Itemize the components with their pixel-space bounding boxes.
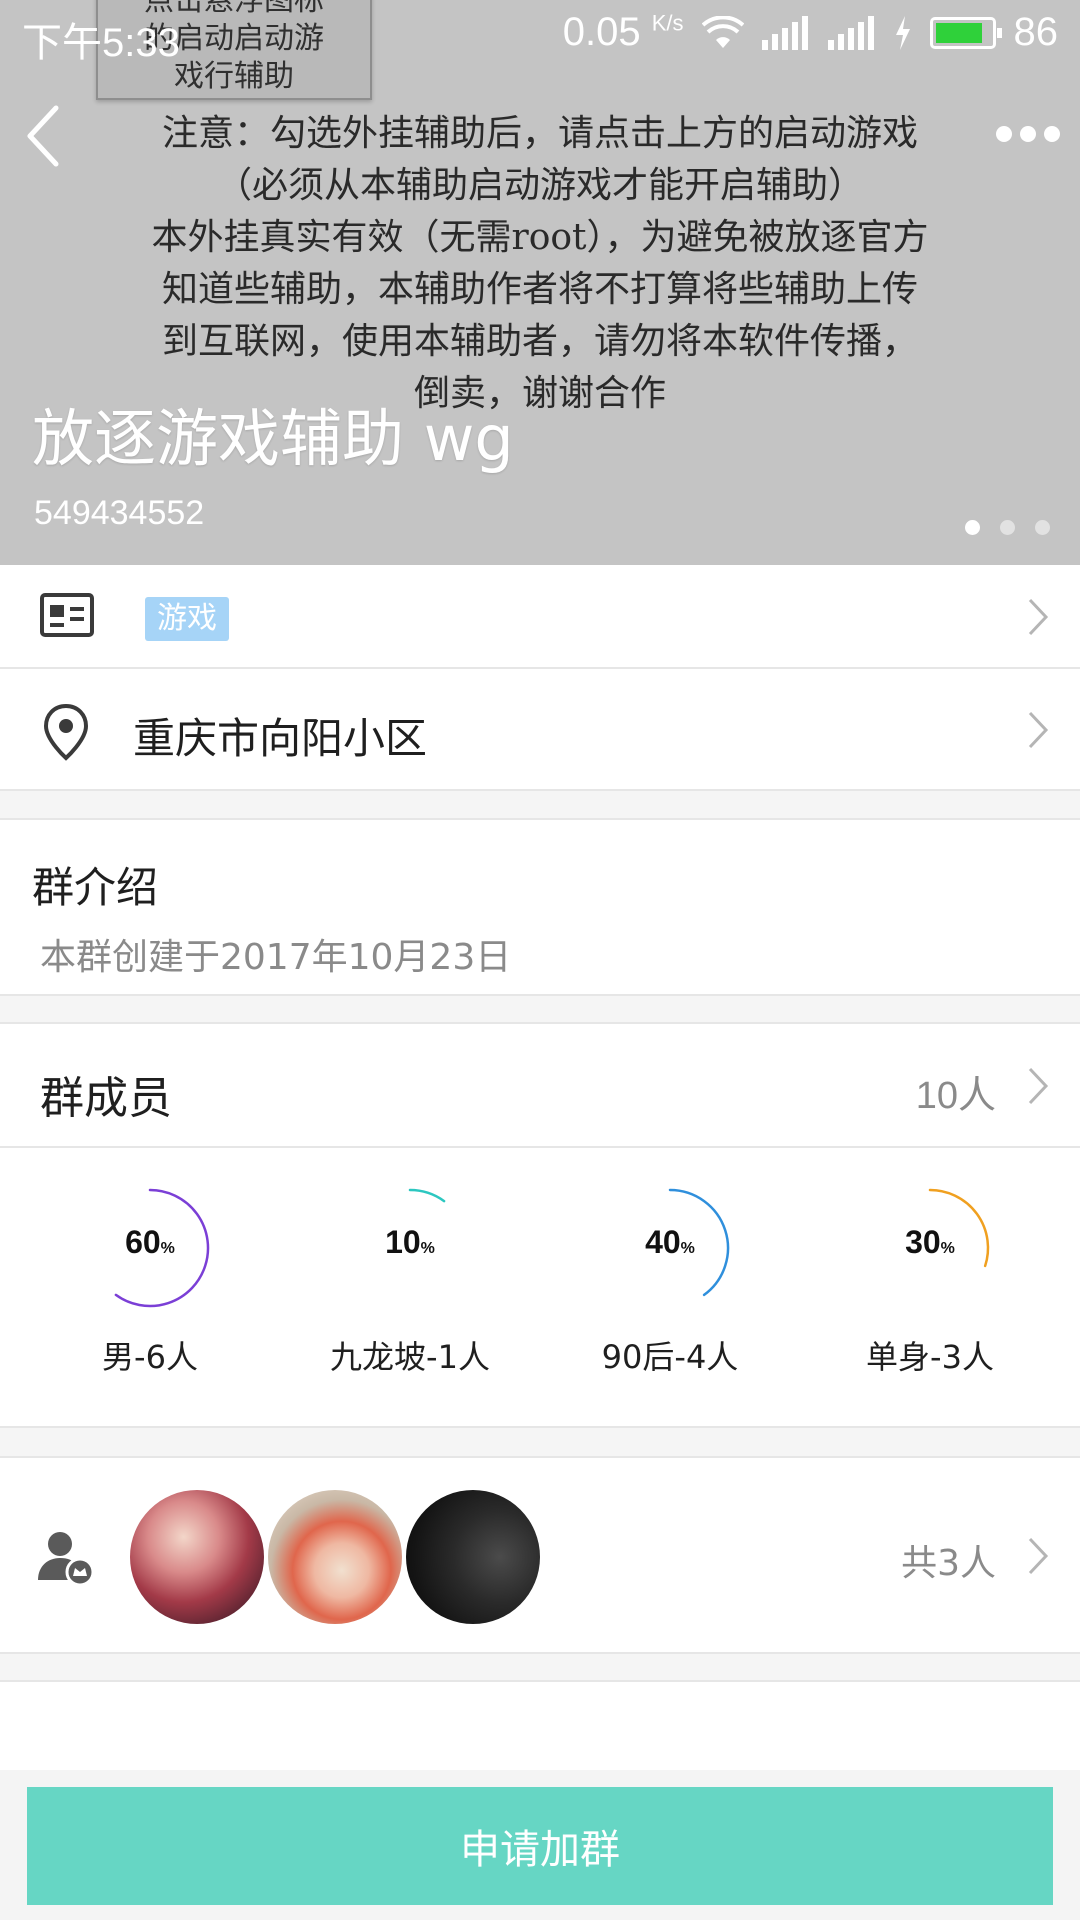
section-divider (0, 791, 1080, 820)
wifi-icon (701, 15, 744, 48)
network-speed-unit: K/s (651, 10, 684, 36)
banner-page-indicator (965, 520, 1050, 535)
stat-value: 30 (905, 1224, 941, 1260)
more-dot (996, 126, 1012, 142)
stat-unit: % (160, 1240, 175, 1257)
members-heading: 群成员 (40, 1073, 172, 1124)
admin-avatar[interactable] (406, 1490, 540, 1624)
notice-line: 注意：勾选外挂辅助后，请点击上方的启动游戏 (161, 113, 918, 154)
back-arrow-icon[interactable] (16, 100, 76, 172)
stat-value: 60 (125, 1224, 161, 1260)
page-dot-active (965, 520, 980, 535)
stat-unit: % (420, 1240, 435, 1257)
apply-join-group-button[interactable]: 申请加群 (27, 1787, 1053, 1905)
more-options-icon[interactable] (996, 116, 1060, 152)
admin-avatar[interactable] (130, 1490, 264, 1624)
stat-age: 40% 90后-4人 (540, 1168, 800, 1408)
battery-icon (929, 16, 1002, 49)
stat-value: 10 (385, 1224, 421, 1260)
section-divider (0, 996, 1080, 1024)
more-dot (1044, 126, 1060, 142)
group-members-row[interactable]: 群成员 10人 (0, 1024, 1080, 1148)
intro-text: 本群创建于2017年10月23日 (40, 937, 512, 978)
signal-icon-2 (827, 15, 874, 50)
stat-label: 90后-4人 (601, 1338, 739, 1376)
notice-line: 到互联网，使用本辅助者，请勿将本软件传播， (161, 321, 918, 362)
notice-line: （必须从本辅助启动游戏才能开启辅助） (215, 165, 864, 206)
admin-user-icon (38, 1532, 95, 1587)
admin-avatar[interactable] (268, 1490, 402, 1624)
group-number: 549434552 (34, 494, 205, 532)
signal-icon (761, 15, 808, 50)
status-bar: 下午5:33 0.05 K/s 86 (0, 0, 1080, 66)
stat-single: 30% 单身-3人 (800, 1168, 1060, 1408)
notice-line: 本外挂真实有效（无需root），为避免被放逐官方 (151, 217, 929, 258)
stat-percent: 40% (540, 1224, 800, 1261)
stat-area: 10% 九龙坡-1人 (280, 1168, 540, 1408)
stat-label: 单身-3人 (866, 1338, 994, 1376)
admins-total: 共3人 (901, 1543, 996, 1584)
members-count: 10人 (915, 1075, 996, 1117)
group-name: 放逐游戏辅助 wg (32, 402, 514, 475)
stat-percent: 10% (280, 1224, 540, 1261)
id-card-icon (40, 593, 94, 637)
location-text: 重庆市向阳小区 (133, 714, 428, 763)
group-category-row[interactable]: 游戏 (0, 565, 1080, 669)
notice-line: 知道些辅助，本辅助作者将不打算将些辅助上传 (161, 269, 918, 310)
stat-percent: 60% (20, 1224, 280, 1261)
cover-image-notice: 注意：勾选外挂辅助后，请点击上方的启动游戏 （必须从本辅助启动游戏才能开启辅助）… (0, 108, 1080, 420)
stat-label: 男-6人 (102, 1338, 198, 1376)
stat-unit: % (680, 1240, 695, 1257)
battery-percent: 86 (1013, 10, 1059, 54)
group-location-row[interactable]: 重庆市向阳小区 (0, 669, 1080, 791)
stat-percent: 30% (800, 1224, 1060, 1261)
category-tag: 游戏 (145, 597, 229, 641)
bottom-action-bar: 申请加群 (0, 1770, 1080, 1920)
group-admins-row[interactable]: 共3人 (0, 1458, 1080, 1654)
stat-value: 40 (645, 1224, 681, 1260)
stat-label: 九龙坡-1人 (330, 1338, 490, 1376)
member-stats: 60% 男-6人 10% 九龙坡-1人 40% 90后-4人 30% 单身-3人 (0, 1148, 1080, 1428)
section-divider (0, 1654, 1080, 1682)
charging-icon (895, 15, 910, 50)
chevron-right-icon (1028, 711, 1049, 749)
group-intro-section: 群介绍 本群创建于2017年10月23日 (0, 820, 1080, 996)
stat-gender: 60% 男-6人 (20, 1168, 280, 1408)
intro-heading: 群介绍 (32, 863, 159, 912)
status-time: 下午5:33 (22, 21, 180, 65)
network-speed: 0.05 K/s (563, 10, 684, 55)
more-dot (1020, 126, 1036, 142)
group-cover-banner: 点击悬浮图标 的启动启动游 戏行辅助 注意：勾选外挂辅助后，请点击上方的启动游戏… (0, 0, 1080, 565)
stat-unit: % (940, 1240, 955, 1257)
page-dot (1000, 520, 1015, 535)
section-divider (0, 1428, 1080, 1458)
chevron-right-icon (1028, 598, 1049, 636)
location-pin-icon (43, 703, 89, 761)
battery-level (935, 22, 982, 43)
chevron-right-icon (1028, 1067, 1049, 1105)
network-speed-value: 0.05 (562, 10, 641, 54)
chevron-right-icon (1028, 1537, 1049, 1575)
page-dot (1035, 520, 1050, 535)
